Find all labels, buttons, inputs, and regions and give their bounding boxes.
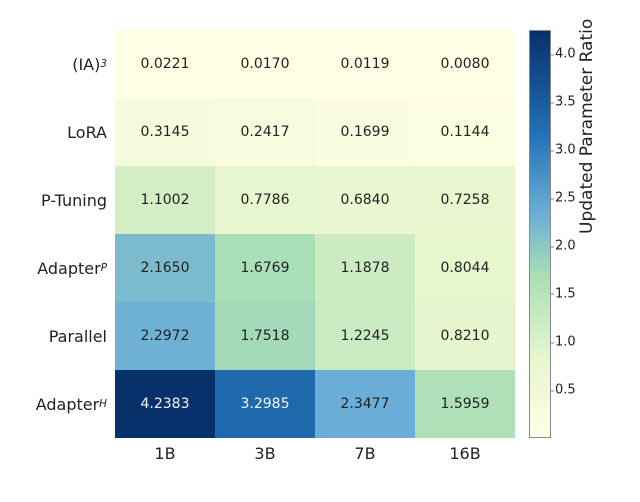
x-tick-label: 1B (115, 438, 215, 463)
heatmap-cell: 2.2972 (115, 302, 215, 370)
x-axis-labels: 1B3B7B16B (115, 438, 515, 463)
colorbar-tick: 3.5 (555, 95, 576, 110)
heatmap-cell: 0.0119 (315, 30, 415, 98)
heatmap-cell: 1.6769 (215, 234, 315, 302)
heatmap-cell: 0.8044 (415, 234, 515, 302)
y-tick-label: AdapterP (0, 234, 115, 302)
colorbar-gradient (529, 30, 551, 438)
heatmap-cell: 2.3477 (315, 370, 415, 438)
colorbar-title: Updated Parameter Ratio (577, 19, 597, 234)
heatmap-cell: 1.7518 (215, 302, 315, 370)
colorbar-tick: 0.5 (555, 383, 576, 398)
heatmap-cell: 0.0080 (415, 30, 515, 98)
y-tick-label: Parallel (0, 302, 115, 370)
y-tick-label: LoRA (0, 98, 115, 166)
heatmap-cell: 1.1002 (115, 166, 215, 234)
heatmap-cell: 0.0170 (215, 30, 315, 98)
colorbar-tick: 3.0 (555, 143, 576, 158)
heatmap-cell: 0.6840 (315, 166, 415, 234)
colorbar-tick: 2.0 (555, 239, 576, 254)
heatmap-cell: 1.1878 (315, 234, 415, 302)
x-tick-label: 7B (315, 438, 415, 463)
heatmap-cell: 0.8210 (415, 302, 515, 370)
heatmap-cell: 0.7786 (215, 166, 315, 234)
y-tick-label: P-Tuning (0, 166, 115, 234)
colorbar-ticks: 0.5 1.0 1.5 2.0 2.5 3.0 3.5 4.0 (551, 30, 579, 438)
heatmap-cell: 0.1144 (415, 98, 515, 166)
y-axis-labels: (IA)3LoRAP-TuningAdapterPParallelAdapter… (0, 30, 115, 438)
heatmap-cell: 0.0221 (115, 30, 215, 98)
heatmap-cell: 0.7258 (415, 166, 515, 234)
colorbar-tick: 1.5 (555, 286, 576, 301)
heatmap-cell: 1.5959 (415, 370, 515, 438)
heatmap-cell: 2.1650 (115, 234, 215, 302)
y-tick-label: (IA)3 (0, 30, 115, 98)
heatmap-cell: 0.1699 (315, 98, 415, 166)
x-tick-label: 3B (215, 438, 315, 463)
heatmap-cell: 1.2245 (315, 302, 415, 370)
colorbar-tick: 2.5 (555, 191, 576, 206)
heatmap-cell: 4.2383 (115, 370, 215, 438)
heatmap-plot: (IA)3LoRAP-TuningAdapterPParallelAdapter… (0, 30, 515, 438)
heatmap-grid: 0.02210.01700.01190.0080 0.31450.24170.16… (115, 30, 515, 438)
y-tick-label: AdapterH (0, 370, 115, 438)
colorbar-tick: 1.0 (555, 335, 576, 350)
heatmap-cell: 0.3145 (115, 98, 215, 166)
colorbar: 0.5 1.0 1.5 2.0 2.5 3.0 3.5 4.0 (529, 30, 579, 438)
heatmap-cell: 0.2417 (215, 98, 315, 166)
heatmap-cell: 3.2985 (215, 370, 315, 438)
x-tick-label: 16B (415, 438, 515, 463)
colorbar-tick: 4.0 (555, 47, 576, 62)
